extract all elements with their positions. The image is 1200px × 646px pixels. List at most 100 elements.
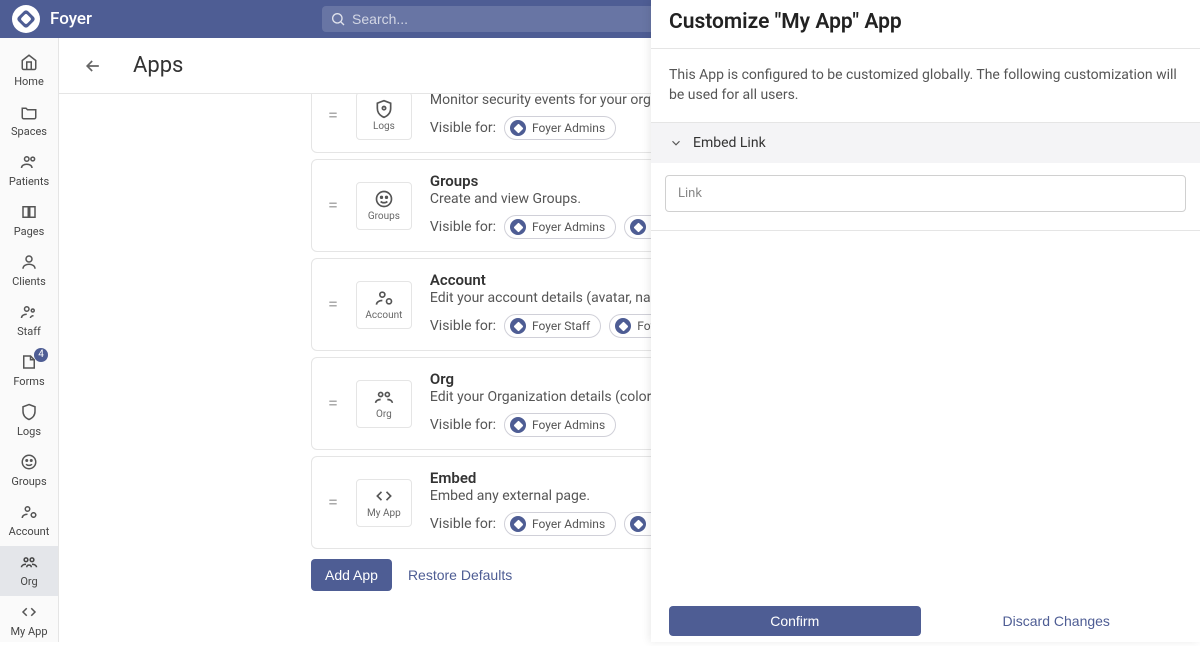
foyer-logo-icon: [510, 318, 526, 334]
sidebar-item-label: Spaces: [11, 125, 47, 138]
sidebar-item-label: Home: [14, 75, 44, 88]
brand-block[interactable]: Foyer: [12, 5, 92, 33]
panel-header: Customize "My App" App: [651, 0, 1200, 49]
visible-for-label: Visible for:: [430, 417, 496, 433]
sidebar-item-label: Staff: [17, 325, 41, 338]
face-icon: [19, 452, 39, 472]
search-input[interactable]: [352, 11, 674, 27]
role-label: Foyer Admins: [532, 418, 605, 432]
add-app-button[interactable]: Add App: [311, 559, 392, 591]
sidebar-item-forms[interactable]: 4 Forms: [0, 346, 58, 396]
role-chip[interactable]: Foyer Admins: [504, 116, 616, 140]
brand-logo-icon: [12, 5, 40, 33]
visible-for-label: Visible for:: [430, 120, 496, 136]
sidebar-item-myapp[interactable]: My App: [0, 596, 58, 646]
sidebar-item-staff[interactable]: Staff: [0, 296, 58, 346]
brand-name: Foyer: [50, 9, 92, 29]
shield-icon: [19, 402, 39, 422]
app-icon-label: My App: [367, 508, 401, 519]
book-icon: [19, 202, 39, 222]
accordion-embed-link: Embed Link Link: [651, 122, 1200, 231]
panel-title: Customize "My App" App: [669, 10, 1182, 34]
sidebar-item-label: Forms: [13, 375, 44, 388]
sidebar-item-clients[interactable]: Clients: [0, 246, 58, 296]
foyer-logo-icon: [510, 516, 526, 532]
discard-button[interactable]: Discard Changes: [931, 606, 1183, 636]
page-title: Apps: [133, 53, 183, 78]
sidebar-item-pages[interactable]: Pages: [0, 196, 58, 246]
role-label: Foyer Staff: [532, 319, 590, 333]
app-icon-label: Org: [376, 409, 392, 420]
face-icon: [374, 189, 394, 209]
foyer-logo-icon: [510, 120, 526, 136]
staff-icon: [19, 302, 39, 322]
foyer-logo-icon: [510, 417, 526, 433]
foyer-logo-icon: [510, 219, 526, 235]
search-field[interactable]: [322, 6, 682, 32]
arrow-left-icon: [83, 56, 103, 76]
users-icon: [19, 152, 39, 172]
gear-user-icon: [374, 288, 394, 308]
sidebar-item-label: Clients: [12, 275, 46, 288]
foyer-logo-icon: [615, 318, 631, 334]
app-icon-box: My App: [356, 479, 412, 527]
chevron-down-icon: [669, 136, 683, 150]
sidebar-item-label: Account: [9, 525, 50, 538]
role-chip[interactable]: Foyer Admins: [504, 413, 616, 437]
home-icon: [19, 52, 39, 72]
drag-handle-icon[interactable]: =: [328, 294, 338, 315]
sidebar-item-spaces[interactable]: Spaces: [0, 96, 58, 146]
role-chip[interactable]: Foyer Admins: [504, 215, 616, 239]
group-icon: [19, 552, 39, 572]
link-input[interactable]: Link: [665, 175, 1186, 212]
sidebar-item-logs[interactable]: Logs: [0, 396, 58, 446]
drag-handle-icon[interactable]: =: [328, 195, 338, 216]
panel-footer: Confirm Discard Changes: [651, 606, 1200, 642]
accordion-header[interactable]: Embed Link: [651, 123, 1200, 163]
group-icon: [374, 387, 394, 407]
sidebar-item-home[interactable]: Home: [0, 46, 58, 96]
drag-handle-icon[interactable]: =: [328, 393, 338, 414]
app-icon-label: Groups: [368, 211, 400, 222]
sidebar-item-account[interactable]: Account: [0, 496, 58, 546]
customize-panel: Customize "My App" App This App is confi…: [651, 0, 1200, 642]
drag-handle-icon[interactable]: =: [328, 105, 338, 126]
role-label: Foyer Admins: [532, 220, 605, 234]
app-icon-box: Account: [356, 281, 412, 329]
field-label: Link: [678, 186, 1173, 201]
folder-icon: [19, 102, 39, 122]
app-icon-box: Logs: [356, 94, 412, 140]
sidebar: Home Spaces Patients Pages Clients Staff…: [0, 38, 59, 642]
app-icon-box: Org: [356, 380, 412, 428]
restore-defaults-button[interactable]: Restore Defaults: [408, 567, 512, 583]
visible-for-label: Visible for:: [430, 219, 496, 235]
accordion-body: Link: [651, 163, 1200, 230]
drag-handle-icon[interactable]: =: [328, 492, 338, 513]
visible-for-label: Visible for:: [430, 318, 496, 334]
role-chip[interactable]: Foyer Staff: [504, 314, 601, 338]
panel-subtitle: This App is configured to be customized …: [651, 49, 1200, 122]
foyer-logo-icon: [630, 516, 646, 532]
role-chip[interactable]: Foyer Admins: [504, 512, 616, 536]
role-label: Foyer Admins: [532, 517, 605, 531]
sidebar-item-label: My App: [10, 625, 47, 638]
shield-icon: [374, 99, 394, 119]
sidebar-item-org[interactable]: Org: [0, 546, 58, 596]
accordion-label: Embed Link: [693, 135, 766, 151]
code-icon: [19, 602, 39, 622]
sidebar-item-label: Groups: [11, 475, 46, 488]
foyer-logo-icon: [630, 219, 646, 235]
confirm-button[interactable]: Confirm: [669, 606, 921, 636]
app-icon-box: Groups: [356, 182, 412, 230]
role-label: Foyer Admins: [532, 121, 605, 135]
app-icon-label: Logs: [373, 121, 395, 132]
badge-count: 4: [34, 348, 48, 362]
sidebar-item-groups[interactable]: Groups: [0, 446, 58, 496]
app-icon-label: Account: [365, 310, 402, 321]
back-button[interactable]: [83, 56, 103, 76]
sidebar-item-label: Pages: [14, 225, 45, 238]
sidebar-item-label: Patients: [9, 175, 49, 188]
search-icon: [330, 11, 346, 27]
sidebar-item-label: Org: [20, 575, 37, 588]
sidebar-item-patients[interactable]: Patients: [0, 146, 58, 196]
